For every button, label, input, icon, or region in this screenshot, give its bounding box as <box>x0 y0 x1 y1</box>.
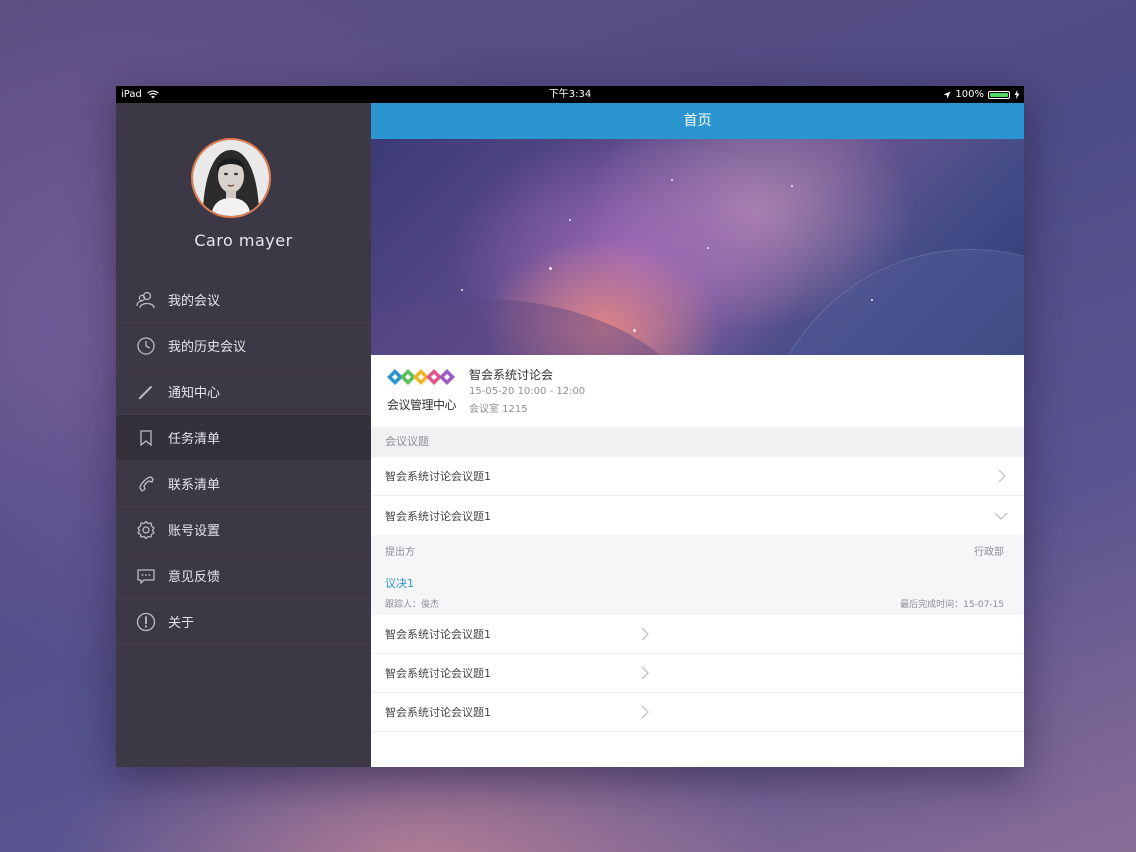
clock-icon <box>136 336 156 356</box>
sidebar-item-contacts[interactable]: 联系清单 <box>116 461 371 507</box>
sidebar-item-label: 联系清单 <box>168 478 221 493</box>
agenda-item-label: 智会系统讨论会议题1 <box>385 667 491 680</box>
agenda-item[interactable]: 智会系统讨论会议题1 <box>371 654 1024 693</box>
location-arrow-icon <box>943 91 951 98</box>
tracker: 跟踪人：俊杰 <box>385 599 440 610</box>
info-icon <box>136 612 156 632</box>
proposer-value: 行政部 <box>974 546 1004 558</box>
avatar[interactable] <box>191 138 271 218</box>
users-icon <box>136 290 156 310</box>
sidebar-item-label: 我的会议 <box>168 294 221 309</box>
status-bar: iPad 下午3:34 100% <box>116 86 1024 103</box>
chevron-right-icon <box>998 469 1006 483</box>
sidebar-item-label: 关于 <box>168 616 195 631</box>
agenda-item[interactable]: 智会系统讨论会议题1 <box>371 615 1024 654</box>
ipad-screen: iPad 下午3:34 100% Caro mayer 我的会议 我的历史会议 … <box>116 86 1024 767</box>
sidebar-item-label: 任务清单 <box>168 432 221 447</box>
sidebar-item-label: 意见反馈 <box>168 570 221 585</box>
charging-bolt-icon <box>1014 90 1020 99</box>
sidebar-item-my-meetings[interactable]: 我的会议 <box>116 277 371 323</box>
resolution-link[interactable]: 议决1 <box>385 565 1004 591</box>
main-panel: 首页 会议管理中心 智会系统讨论会 15-05-20 10:00 - 12:00… <box>371 103 1024 767</box>
sidebar-item-label: 账号设置 <box>168 524 221 539</box>
chevron-right-icon <box>641 666 649 680</box>
sidebar-item-notifications[interactable]: 通知中心 <box>116 369 371 415</box>
battery-percent: 100% <box>955 89 984 100</box>
sidebar-item-about[interactable]: 关于 <box>116 599 371 645</box>
sidebar-menu: 我的会议 我的历史会议 通知中心 任务清单 联系清单 账号设置 意见反馈 关于 <box>116 277 371 645</box>
conference-logo: 会议管理中心 <box>384 363 459 413</box>
page-title: 首页 <box>371 103 1024 139</box>
meeting-title: 智会系统讨论会 <box>469 368 554 382</box>
meeting-room: 会议室 1215 <box>469 404 528 415</box>
chevron-right-icon <box>641 627 649 641</box>
avatar-portrait <box>193 140 269 216</box>
battery-icon <box>988 90 1010 99</box>
agenda-item-expanded[interactable]: 智会系统讨论会议题1 <box>371 496 1024 535</box>
gear-icon <box>136 520 156 540</box>
agenda-item-label: 智会系统讨论会议题1 <box>385 628 491 641</box>
pencil-icon <box>136 382 156 402</box>
sidebar-item-account-settings[interactable]: 账号设置 <box>116 507 371 553</box>
meeting-info: 智会系统讨论会 15-05-20 10:00 - 12:00 会议室 1215 <box>469 366 585 415</box>
agenda-item-detail: 提出方 行政部 议决1 跟踪人：俊杰 最后完成时间：15-07-15 <box>371 535 1024 615</box>
agenda-item-label: 智会系统讨论会议题1 <box>385 706 491 719</box>
hero-banner <box>371 139 1024 355</box>
meeting-time: 15-05-20 10:00 - 12:00 <box>469 386 586 397</box>
sidebar-item-label: 我的历史会议 <box>168 340 247 355</box>
sidebar-item-tasks[interactable]: 任务清单 <box>116 415 371 461</box>
chevron-right-icon <box>641 705 649 719</box>
status-time: 下午3:34 <box>548 89 592 100</box>
bookmark-icon <box>136 428 156 448</box>
username: Caro mayer <box>194 231 293 250</box>
sidebar-item-history-meetings[interactable]: 我的历史会议 <box>116 323 371 369</box>
proposer-label: 提出方 <box>385 546 415 558</box>
deadline: 最后完成时间：15-07-15 <box>900 599 1004 610</box>
message-icon <box>136 566 156 586</box>
phone-icon <box>136 474 156 494</box>
agenda-section-header: 会议议题 <box>371 427 1024 457</box>
sidebar: Caro mayer 我的会议 我的历史会议 通知中心 任务清单 联系清单 账号… <box>116 103 371 767</box>
agenda-item-label: 智会系统讨论会议题1 <box>385 509 491 523</box>
agenda-item[interactable]: 智会系统讨论会议题1 <box>371 693 1024 732</box>
logo-mark-icon <box>387 369 455 385</box>
chevron-down-icon <box>994 512 1008 520</box>
sidebar-item-label: 通知中心 <box>168 386 221 401</box>
agenda-item-label: 智会系统讨论会议题1 <box>385 470 491 483</box>
logo-text: 会议管理中心 <box>386 398 457 412</box>
sidebar-item-feedback[interactable]: 意见反馈 <box>116 553 371 599</box>
agenda-item[interactable]: 智会系统讨论会议题1 <box>371 457 1024 496</box>
meeting-card[interactable]: 会议管理中心 智会系统讨论会 15-05-20 10:00 - 12:00 会议… <box>371 355 1024 427</box>
